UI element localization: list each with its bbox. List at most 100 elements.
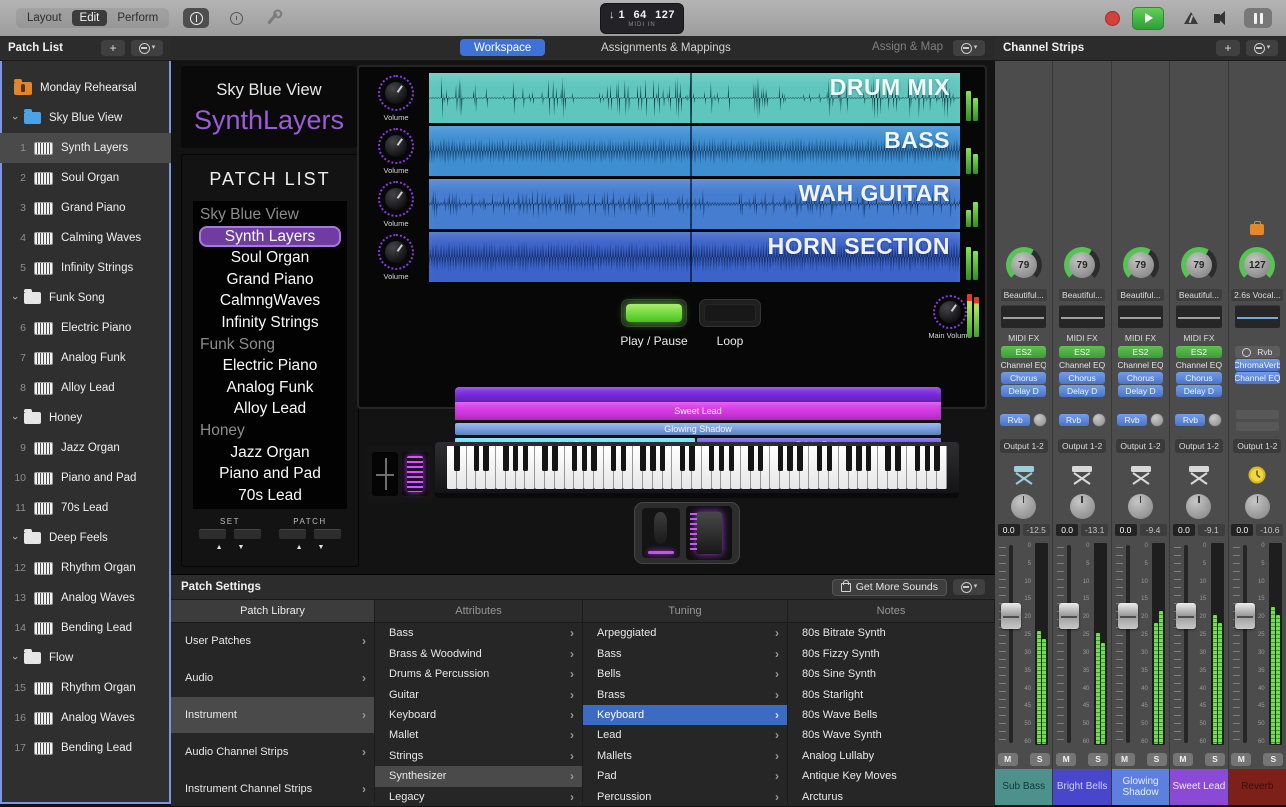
onscreen-patch-item[interactable]: Elect­ric Piano [193,355,347,377]
metronome-button[interactable] [1184,12,1198,24]
mute-button[interactable]: M [1231,753,1251,766]
pan-knob[interactable] [1186,494,1211,519]
eq-display[interactable] [1118,305,1163,328]
fader-track[interactable] [1243,545,1247,743]
solo-button[interactable]: S [1263,753,1283,766]
onscreen-patch-item[interactable]: Jazz Organ [193,442,347,464]
workspace-action-menu[interactable]: ▾ [953,40,985,56]
patch-row[interactable]: 10 Piano and Pad [0,463,171,493]
set-row[interactable]: › Sky Blue View [0,103,171,133]
instrument-slot[interactable]: ES2 [1118,346,1163,358]
send-slot[interactable]: Rvb [1117,414,1147,426]
track-volume-knob[interactable] [378,75,414,111]
layer-bar[interactable]: Glowing Shadow [455,423,941,435]
library-item[interactable]: Synthesizer › [375,766,582,786]
library-item[interactable]: Bass › [375,623,582,643]
onscreen-patch-item[interactable]: 70s Lead [193,485,347,507]
fader-handle[interactable] [1001,603,1021,629]
mute-button[interactable]: M [1173,753,1193,766]
layer-bar[interactable]: Sweet Lead [455,402,941,420]
library-item[interactable]: 80s Wave Bells [788,705,995,725]
library-item[interactable]: Strings › [375,746,582,766]
sustain-pedal[interactable] [642,508,680,558]
eq-display[interactable] [1235,305,1280,328]
patch-prev-button[interactable] [279,529,306,539]
eq-display[interactable] [1001,305,1046,328]
set-row[interactable]: › Funk Song [0,283,171,313]
patch-settings-action-menu[interactable]: ▾ [953,579,985,595]
midi-fx-slot[interactable] [1229,331,1286,345]
strip-name-plate[interactable]: Reverb [1229,769,1286,805]
solo-button[interactable]: S [1088,753,1108,766]
library-item[interactable]: 80s Starlight [788,684,995,704]
send-slot[interactable]: Rvb [1000,414,1030,426]
patch-row[interactable]: 12 Rhythm Organ [0,553,171,583]
patch-down-arrow[interactable]: ▼ [318,544,325,551]
strip-smart-knob[interactable]: 79 [1181,247,1217,283]
insert-slot[interactable]: Chorus [1118,372,1163,384]
set-down-arrow[interactable]: ▼ [238,544,245,551]
patch-row[interactable]: 1 Synth Layers [0,133,171,163]
loop-button[interactable] [699,299,761,327]
onscreen-keyboard[interactable] [435,442,959,498]
mute-button[interactable]: M [998,753,1018,766]
chevron-down-icon[interactable]: › [9,653,21,663]
insert-slot[interactable]: Delay D [1001,385,1046,397]
library-item[interactable]: Arpeggiated › [583,623,787,643]
set-prev-button[interactable] [199,529,226,539]
insert-slot[interactable]: Delay D [1118,385,1163,397]
strip-name-plate[interactable]: Sub Bass [995,769,1052,805]
insert-slot[interactable]: Channel EQ [1235,372,1280,384]
mute-button[interactable]: M [1115,753,1135,766]
chevron-down-icon[interactable]: › [9,113,21,123]
patch-row[interactable]: 8 Alloy Lead [0,373,171,403]
library-item[interactable]: 80s Wave Synth [788,725,995,745]
library-item[interactable]: Brass & Woodwind › [375,643,582,663]
output-slot[interactable]: Output 1-2 [1000,439,1048,453]
output-slot[interactable]: Output 1-2 [1116,439,1164,453]
onscreen-patch-item[interactable]: Infinity Strings [193,312,347,334]
patch-row[interactable]: 17 Bending Lead [0,733,171,763]
library-item[interactable]: Drums & Percussion › [375,664,582,684]
fader-handle[interactable] [1118,603,1138,629]
onscreen-patch-item[interactable]: Analog Funk [193,377,347,399]
strip-name-plate[interactable]: Bright Bells [1053,769,1110,805]
cycle-button[interactable] [223,8,249,28]
midi-fx-slot[interactable]: MIDI FX [1112,331,1169,345]
instrument-slot[interactable]: ES2 [1059,346,1104,358]
pan-knob[interactable] [1128,494,1153,519]
channel-strips-panel-toggle[interactable] [1244,8,1272,28]
fader-track[interactable] [1126,545,1130,743]
patch-up-arrow[interactable]: ▲ [296,544,303,551]
set-up-arrow[interactable]: ▲ [216,544,223,551]
library-item[interactable]: 80s Sine Synth [788,664,995,684]
library-item[interactable]: 80s Fizzy Synth [788,643,995,663]
library-item[interactable]: Mallet › [375,725,582,745]
master-mute-button[interactable] [1214,14,1220,23]
patch-row[interactable]: 3 Grand Piano [0,193,171,223]
chevron-down-icon[interactable]: › [9,533,21,543]
instrument-slot[interactable]: Rvb [1235,346,1280,358]
preset-label[interactable]: Beautiful... [1117,289,1163,301]
record-button[interactable] [1105,11,1120,26]
chevron-down-icon[interactable]: › [9,413,21,423]
onscreen-patch-item[interactable]: Piano and Pad [193,463,347,485]
fader-handle[interactable] [1059,603,1079,629]
tab-notes[interactable]: Notes [788,600,995,622]
library-item[interactable]: Lead › [583,725,787,745]
tab-attributes[interactable]: Attributes [375,600,583,622]
library-item[interactable]: Keyboard › [583,705,787,725]
send-level-knob[interactable] [1208,413,1222,427]
fader-track[interactable] [1184,545,1188,743]
send-level-knob[interactable] [1150,413,1164,427]
add-patch-button[interactable]: + [101,40,125,56]
add-channel-strip-button[interactable]: + [1216,40,1240,56]
layout-mode-button[interactable]: Layout [19,10,70,26]
patch-row[interactable]: 11 70s Lead [0,493,171,523]
strip-smart-knob[interactable]: 127 [1239,247,1275,283]
preset-label[interactable]: Beautiful... [1001,289,1047,301]
track-volume-knob[interactable] [378,181,414,217]
expression-pedal[interactable] [686,506,732,560]
onscreen-patch-item[interactable]: Soul Organ [193,247,347,269]
send-level-knob[interactable] [1092,413,1106,427]
